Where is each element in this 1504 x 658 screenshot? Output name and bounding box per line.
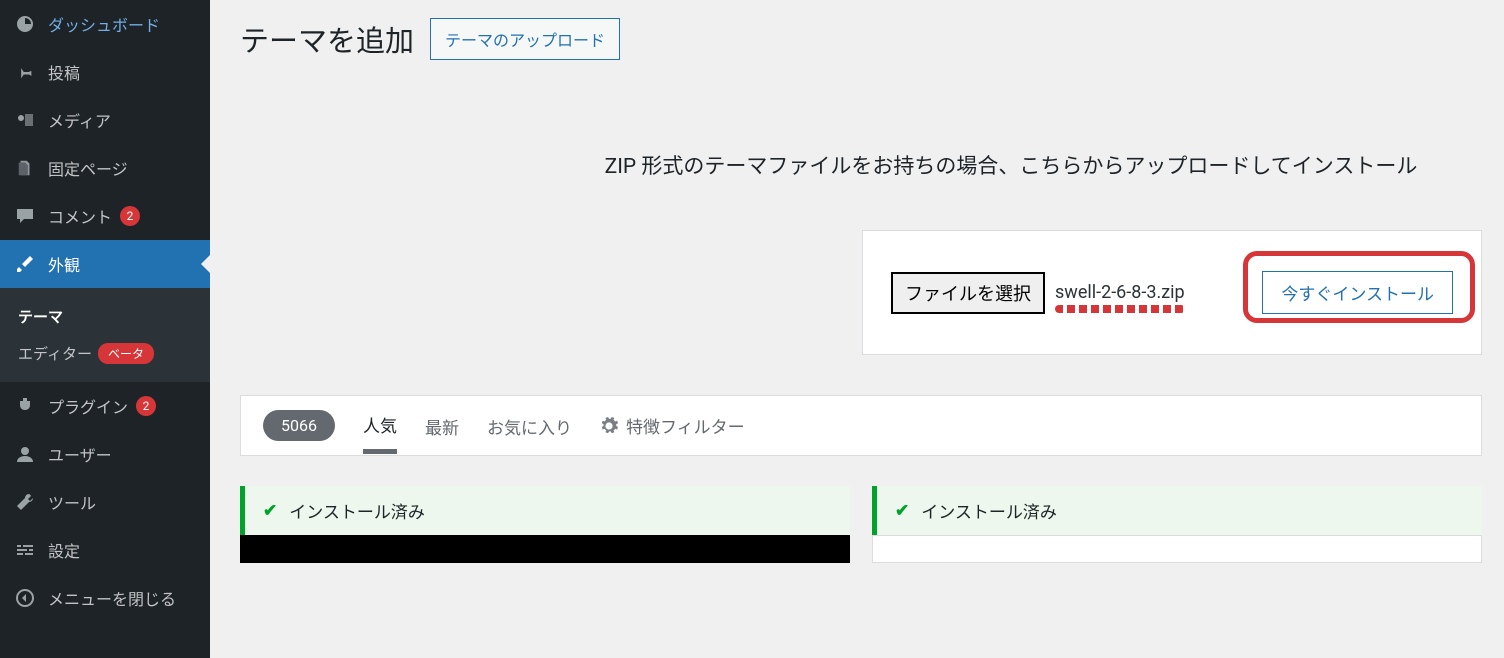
menu-label: コメント xyxy=(48,204,112,228)
user-icon xyxy=(14,443,36,465)
menu-label: ユーザー xyxy=(48,442,112,466)
upload-description: ZIP 形式のテーマファイルをお持ちの場合、こちらからアップロードしてインストー… xyxy=(540,150,1482,180)
menu-plugins[interactable]: プラグイン 2 xyxy=(0,382,210,430)
page-title: テーマを追加 xyxy=(240,18,414,60)
theme-filter-bar: 5066 人気 最新 お気に入り 特徴フィルター xyxy=(240,395,1482,456)
theme-installed-banner: ✔ インストール済み xyxy=(240,486,850,535)
wrench-icon xyxy=(14,491,36,513)
menu-label: 外観 xyxy=(48,252,80,276)
plugin-icon xyxy=(14,395,36,417)
filter-tab-popular[interactable]: 人気 xyxy=(363,412,397,454)
choose-file-button[interactable]: ファイルを選択 xyxy=(891,272,1045,314)
menu-label: 設定 xyxy=(48,538,80,562)
file-picker: ファイルを選択 swell-2-6-8-3.zip xyxy=(891,272,1185,314)
check-icon: ✔ xyxy=(895,501,909,521)
menu-posts[interactable]: 投稿 xyxy=(0,48,210,96)
installed-label: インストール済み xyxy=(289,498,425,523)
menu-label: 投稿 xyxy=(48,60,80,84)
feature-filter-label: 特徴フィルター xyxy=(626,413,745,438)
pin-icon xyxy=(14,61,36,83)
beta-badge: ベータ xyxy=(98,343,154,364)
filter-tab-favorites[interactable]: お気に入り xyxy=(487,414,572,451)
comments-count-badge: 2 xyxy=(120,206,140,226)
dashboard-icon xyxy=(14,13,36,35)
install-now-button[interactable]: 今すぐインストール xyxy=(1262,271,1453,314)
theme-thumbnail[interactable] xyxy=(872,535,1482,563)
theme-card-wrapper: ✔ インストール済み xyxy=(240,486,850,563)
selected-file-name: swell-2-6-8-3.zip xyxy=(1055,282,1185,303)
collapse-icon xyxy=(14,587,36,609)
menu-pages[interactable]: 固定ページ xyxy=(0,144,210,192)
menu-label: プラグイン xyxy=(48,394,128,418)
submenu-themes[interactable]: テーマ xyxy=(0,298,210,335)
menu-appearance[interactable]: 外観 xyxy=(0,240,210,288)
admin-sidebar: ダッシュボード 投稿 メディア 固定ページ コメント 2 外観 テーマ xyxy=(0,0,210,658)
feature-filter-button[interactable]: 特徴フィルター xyxy=(600,413,745,438)
theme-card-wrapper: ✔ インストール済み xyxy=(872,486,1482,563)
menu-media[interactable]: メディア xyxy=(0,96,210,144)
gear-icon xyxy=(600,417,618,435)
plugins-count-badge: 2 xyxy=(136,396,156,416)
brush-icon xyxy=(14,253,36,275)
menu-settings[interactable]: 設定 xyxy=(0,526,210,574)
upload-form: ファイルを選択 swell-2-6-8-3.zip 今すぐインストール xyxy=(862,230,1482,355)
sliders-icon xyxy=(14,539,36,561)
filter-tab-latest[interactable]: 最新 xyxy=(425,414,459,451)
theme-thumbnail[interactable] xyxy=(240,535,850,563)
menu-collapse[interactable]: メニューを閉じる xyxy=(0,574,210,622)
media-icon xyxy=(14,109,36,131)
page-header: テーマを追加 テーマのアップロード xyxy=(240,18,1482,60)
menu-tools[interactable]: ツール xyxy=(0,478,210,526)
theme-grid: ✔ インストール済み ✔ インストール済み xyxy=(240,486,1482,563)
menu-users[interactable]: ユーザー xyxy=(0,430,210,478)
theme-count-pill: 5066 xyxy=(263,410,335,441)
main-content: テーマを追加 テーマのアップロード ZIP 形式のテーマファイルをお持ちの場合、… xyxy=(210,0,1504,658)
menu-label: 固定ページ xyxy=(48,156,128,180)
theme-installed-banner: ✔ インストール済み xyxy=(872,486,1482,535)
installed-label: インストール済み xyxy=(921,498,1057,523)
menu-label: ダッシュボード xyxy=(48,12,160,36)
appearance-submenu: テーマ エディター ベータ xyxy=(0,288,210,382)
check-icon: ✔ xyxy=(263,501,277,521)
submenu-editor[interactable]: エディター ベータ xyxy=(0,335,210,372)
upload-theme-button[interactable]: テーマのアップロード xyxy=(430,18,620,60)
page-icon xyxy=(14,157,36,179)
menu-label: ツール xyxy=(48,490,96,514)
menu-label: メディア xyxy=(48,108,111,132)
menu-dashboard[interactable]: ダッシュボード xyxy=(0,0,210,48)
comment-icon xyxy=(14,205,36,227)
menu-label: メニューを閉じる xyxy=(48,586,176,610)
submenu-label: テーマ xyxy=(18,306,63,327)
menu-comments[interactable]: コメント 2 xyxy=(0,192,210,240)
submenu-label: エディター xyxy=(18,343,92,364)
